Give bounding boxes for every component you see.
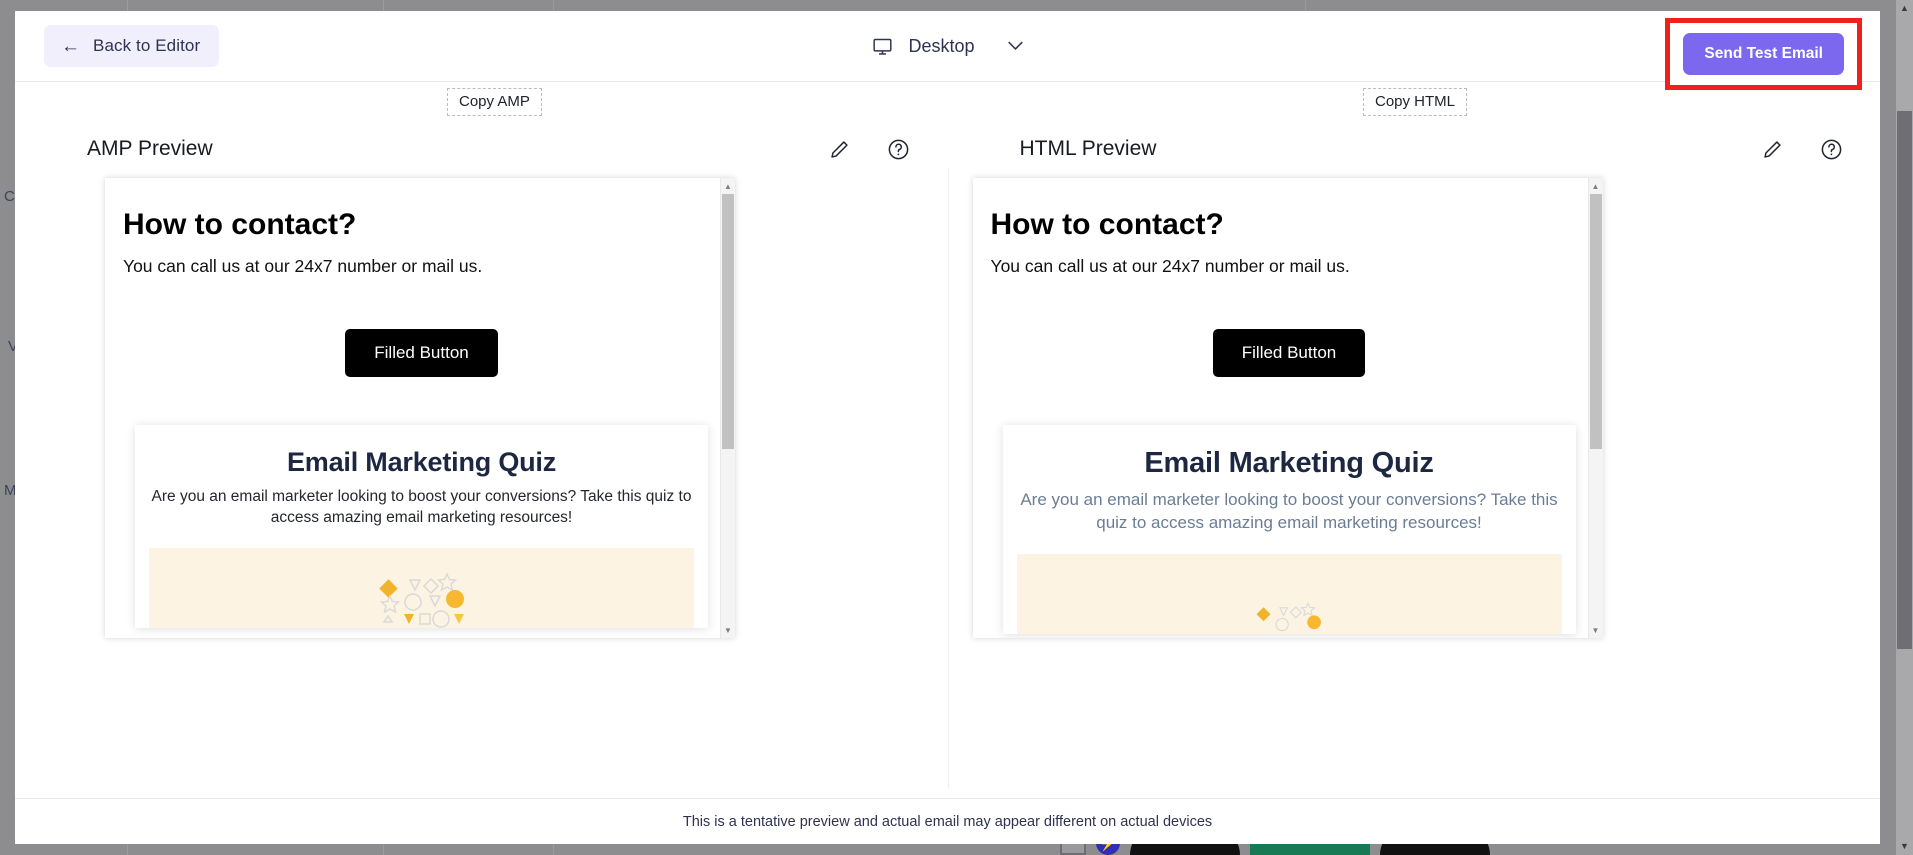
back-to-editor-label: Back to Editor <box>93 36 201 55</box>
amp-preview-scroll-thumb[interactable] <box>722 194 734 449</box>
pencil-icon[interactable] <box>1759 136 1785 162</box>
device-selector[interactable]: Desktop <box>871 36 1023 57</box>
question-circle-icon[interactable] <box>1818 136 1844 162</box>
browser-scroll-thumb[interactable] <box>1897 111 1912 649</box>
copy-html-button[interactable]: Copy HTML <box>1363 88 1468 116</box>
chevron-down-icon[interactable] <box>1007 36 1024 56</box>
footer-note: This is a tentative preview and actual e… <box>682 813 1213 830</box>
browser-scroll-down-button[interactable]: ▼ <box>1896 838 1913 855</box>
copy-amp-button[interactable]: Copy AMP <box>447 88 542 116</box>
amp-panel-title: AMP Preview <box>87 137 213 160</box>
amp-preview-scrollbar[interactable]: ▲ ▼ <box>720 178 735 638</box>
amp-panel-header: AMP Preview <box>15 118 948 180</box>
amp-panel-actions <box>827 136 912 162</box>
amp-preview-scroll-up[interactable]: ▲ <box>724 178 732 194</box>
modal-header: ← Back to Editor Desktop Send Test Email <box>15 11 1880 90</box>
amp-preview-panel: AMP Preview How to contact? You can call… <box>15 118 948 798</box>
email-heading: How to contact? <box>990 208 1224 241</box>
preview-modal: ← Back to Editor Desktop Send Test Email <box>15 11 1880 844</box>
email-filled-button[interactable]: Filled Button <box>1212 328 1366 377</box>
html-panel-title: HTML Preview <box>1019 137 1157 160</box>
html-preview-scroll-down[interactable]: ▼ <box>1592 622 1600 638</box>
amp-email-preview-frame: How to contact? You can call us at our 2… <box>105 178 735 638</box>
confetti-decoration <box>378 572 464 628</box>
html-email-preview-frame: How to contact? You can call us at our 2… <box>972 178 1603 638</box>
quiz-card: Email Marketing Quiz Are you an email ma… <box>135 424 708 629</box>
quiz-title: Email Marketing Quiz <box>1144 446 1434 479</box>
html-panel-actions <box>1759 136 1844 162</box>
pencil-icon[interactable] <box>827 136 853 162</box>
browser-scroll-up-button[interactable]: ▲ <box>1896 0 1913 17</box>
desktop-monitor-icon <box>871 36 892 57</box>
email-filled-button[interactable]: Filled Button <box>345 328 498 377</box>
confetti-decoration <box>1256 602 1321 632</box>
html-email-body: How to contact? You can call us at our 2… <box>973 178 1588 638</box>
amp-preview-scroll-track[interactable] <box>721 194 735 622</box>
quiz-banner <box>1016 554 1562 635</box>
backdrop-text: C <box>4 188 15 205</box>
question-circle-icon[interactable] <box>886 136 912 162</box>
amp-preview-scroll-down[interactable]: ▼ <box>724 622 732 638</box>
quiz-title: Email Marketing Quiz <box>286 446 557 477</box>
quiz-subtitle: Are you an email marketer looking to boo… <box>1020 489 1558 532</box>
html-preview-scroll-up[interactable]: ▲ <box>1592 178 1600 194</box>
arrow-left-icon: ← <box>61 35 80 57</box>
html-preview-scroll-track[interactable] <box>1589 194 1603 622</box>
browser-scrollbar[interactable]: ▲ ▼ <box>1896 0 1913 855</box>
email-heading: How to contact? <box>123 208 357 241</box>
html-preview-scroll-thumb[interactable] <box>1589 194 1602 449</box>
back-to-editor-button[interactable]: ← Back to Editor <box>44 25 220 67</box>
quiz-subtitle: Are you an email marketer looking to boo… <box>151 487 692 526</box>
quiz-card: Email Marketing Quiz Are you an email ma… <box>1002 424 1576 635</box>
html-panel-header: HTML Preview <box>948 118 1881 180</box>
preview-panels: AMP Preview How to contact? You can call… <box>15 118 1880 798</box>
html-preview-panel: HTML Preview How to contact? You can cal… <box>948 118 1881 798</box>
html-preview-scrollbar[interactable]: ▲ ▼ <box>1587 178 1603 638</box>
browser-scroll-track[interactable] <box>1896 17 1913 838</box>
amp-email-body: How to contact? You can call us at our 2… <box>105 178 720 638</box>
send-test-email-button[interactable]: Send Test Email <box>1683 33 1844 75</box>
modal-footer: This is a tentative preview and actual e… <box>15 798 1880 844</box>
send-test-email-highlight: Send Test Email <box>1665 18 1862 90</box>
email-paragraph: You can call us at our 24x7 number or ma… <box>990 255 1350 276</box>
copy-buttons-row: Copy AMP Copy HTML <box>15 82 1880 118</box>
email-paragraph: You can call us at our 24x7 number or ma… <box>123 255 483 276</box>
device-selector-label: Desktop <box>908 35 975 56</box>
quiz-banner <box>149 548 694 629</box>
